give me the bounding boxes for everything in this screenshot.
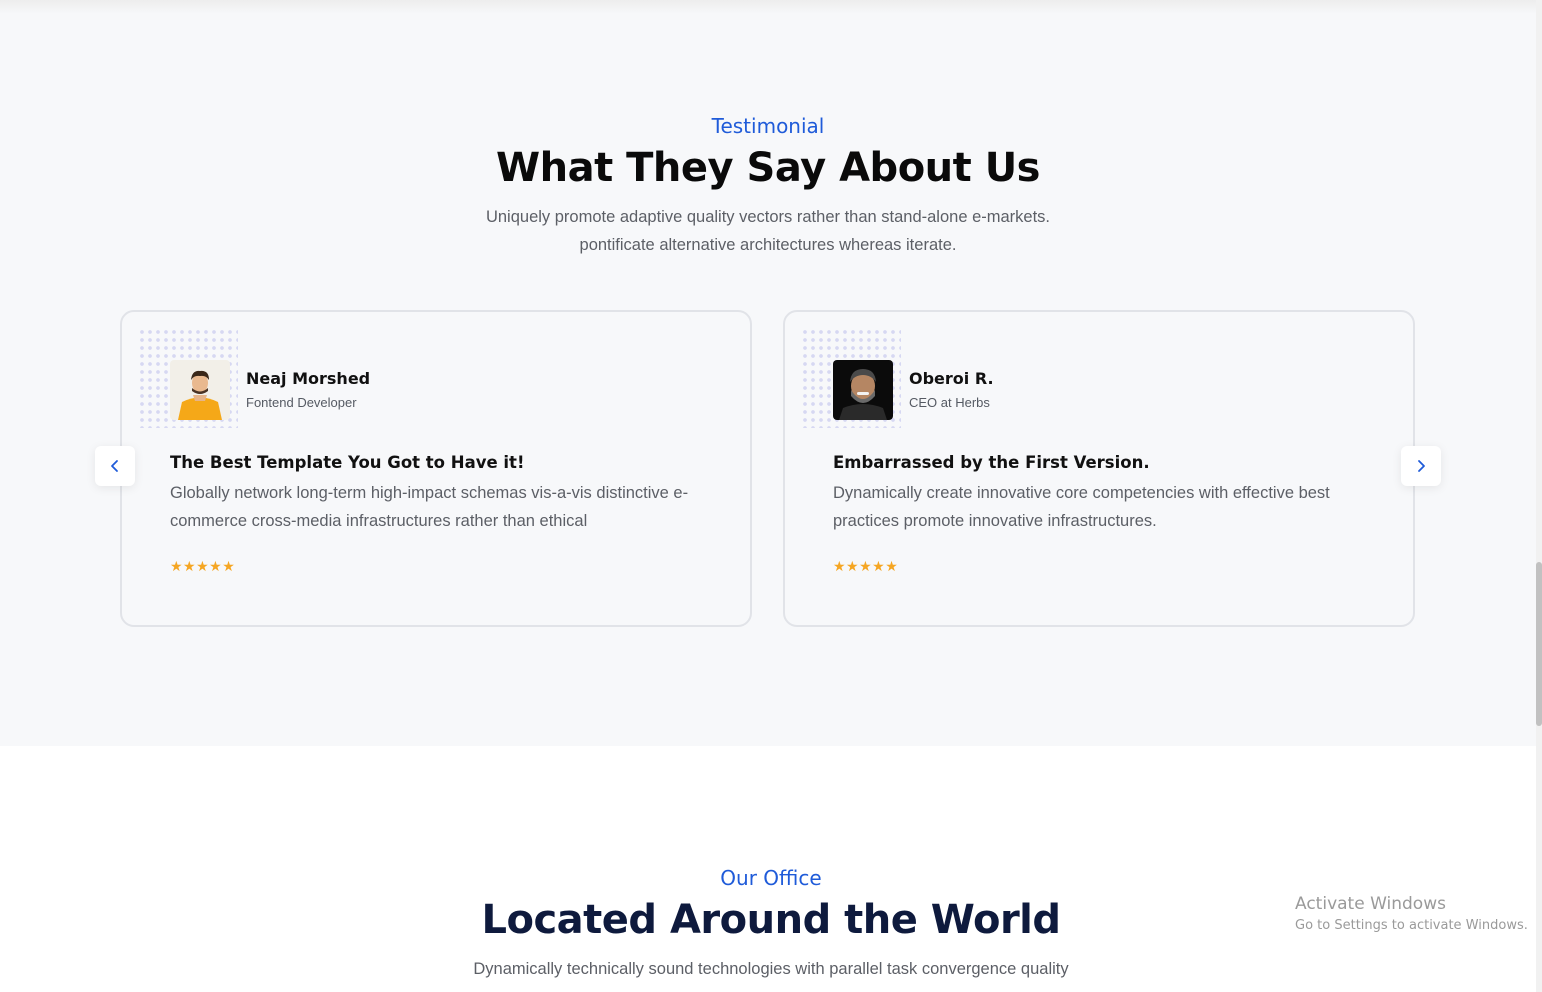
quote-text: Globally network long-term high-impact s… <box>170 484 689 530</box>
author-name: Neaj Morshed <box>246 369 371 388</box>
quote-text: Dynamically create innovative core compe… <box>833 484 1330 530</box>
office-kicker: Our Office <box>720 866 822 890</box>
author-role: CEO at Herbs <box>909 395 990 410</box>
testimonial-title: What They Say About Us <box>496 145 1040 191</box>
watermark-subtitle: Go to Settings to activate Windows. <box>1295 918 1528 933</box>
testimonial-card: Neaj Morshed Fontend Developer The Best … <box>120 310 752 627</box>
avatar <box>833 360 893 420</box>
scrollbar-thumb[interactable] <box>1536 562 1542 726</box>
quote-title: Embarrassed by the First Version. <box>833 453 1150 472</box>
testimonial-desc-line-1: Uniquely promote adaptive quality vector… <box>485 208 1051 226</box>
chevron-left-icon <box>111 460 118 472</box>
chevron-right-icon <box>1418 460 1425 472</box>
testimonial-section: Testimonial What They Say About Us Uniqu… <box>0 0 1536 746</box>
quote-title: The Best Template You Got to Have it! <box>170 453 525 472</box>
carousel-next-button[interactable] <box>1401 446 1441 486</box>
carousel-prev-button[interactable] <box>95 446 135 486</box>
author-name: Oberoi R. <box>909 369 994 388</box>
avatar <box>170 360 230 420</box>
testimonial-desc-line-2: pontificate alternative architectures wh… <box>579 236 957 254</box>
header-shadow <box>0 0 1536 14</box>
star-rating: ★★★★★ <box>833 558 899 574</box>
windows-activation-watermark: Activate Windows Go to Settings to activ… <box>1295 894 1528 933</box>
office-desc: Dynamically technically sound technologi… <box>473 960 1069 978</box>
scrollbar-track[interactable] <box>1536 0 1542 992</box>
watermark-title: Activate Windows <box>1295 894 1446 914</box>
author-role: Fontend Developer <box>246 395 357 410</box>
page: Testimonial What They Say About Us Uniqu… <box>0 0 1542 992</box>
testimonial-card: Oberoi R. CEO at Herbs Embarrassed by th… <box>783 310 1415 627</box>
star-rating: ★★★★★ <box>170 558 236 574</box>
testimonial-kicker: Testimonial <box>711 114 825 138</box>
